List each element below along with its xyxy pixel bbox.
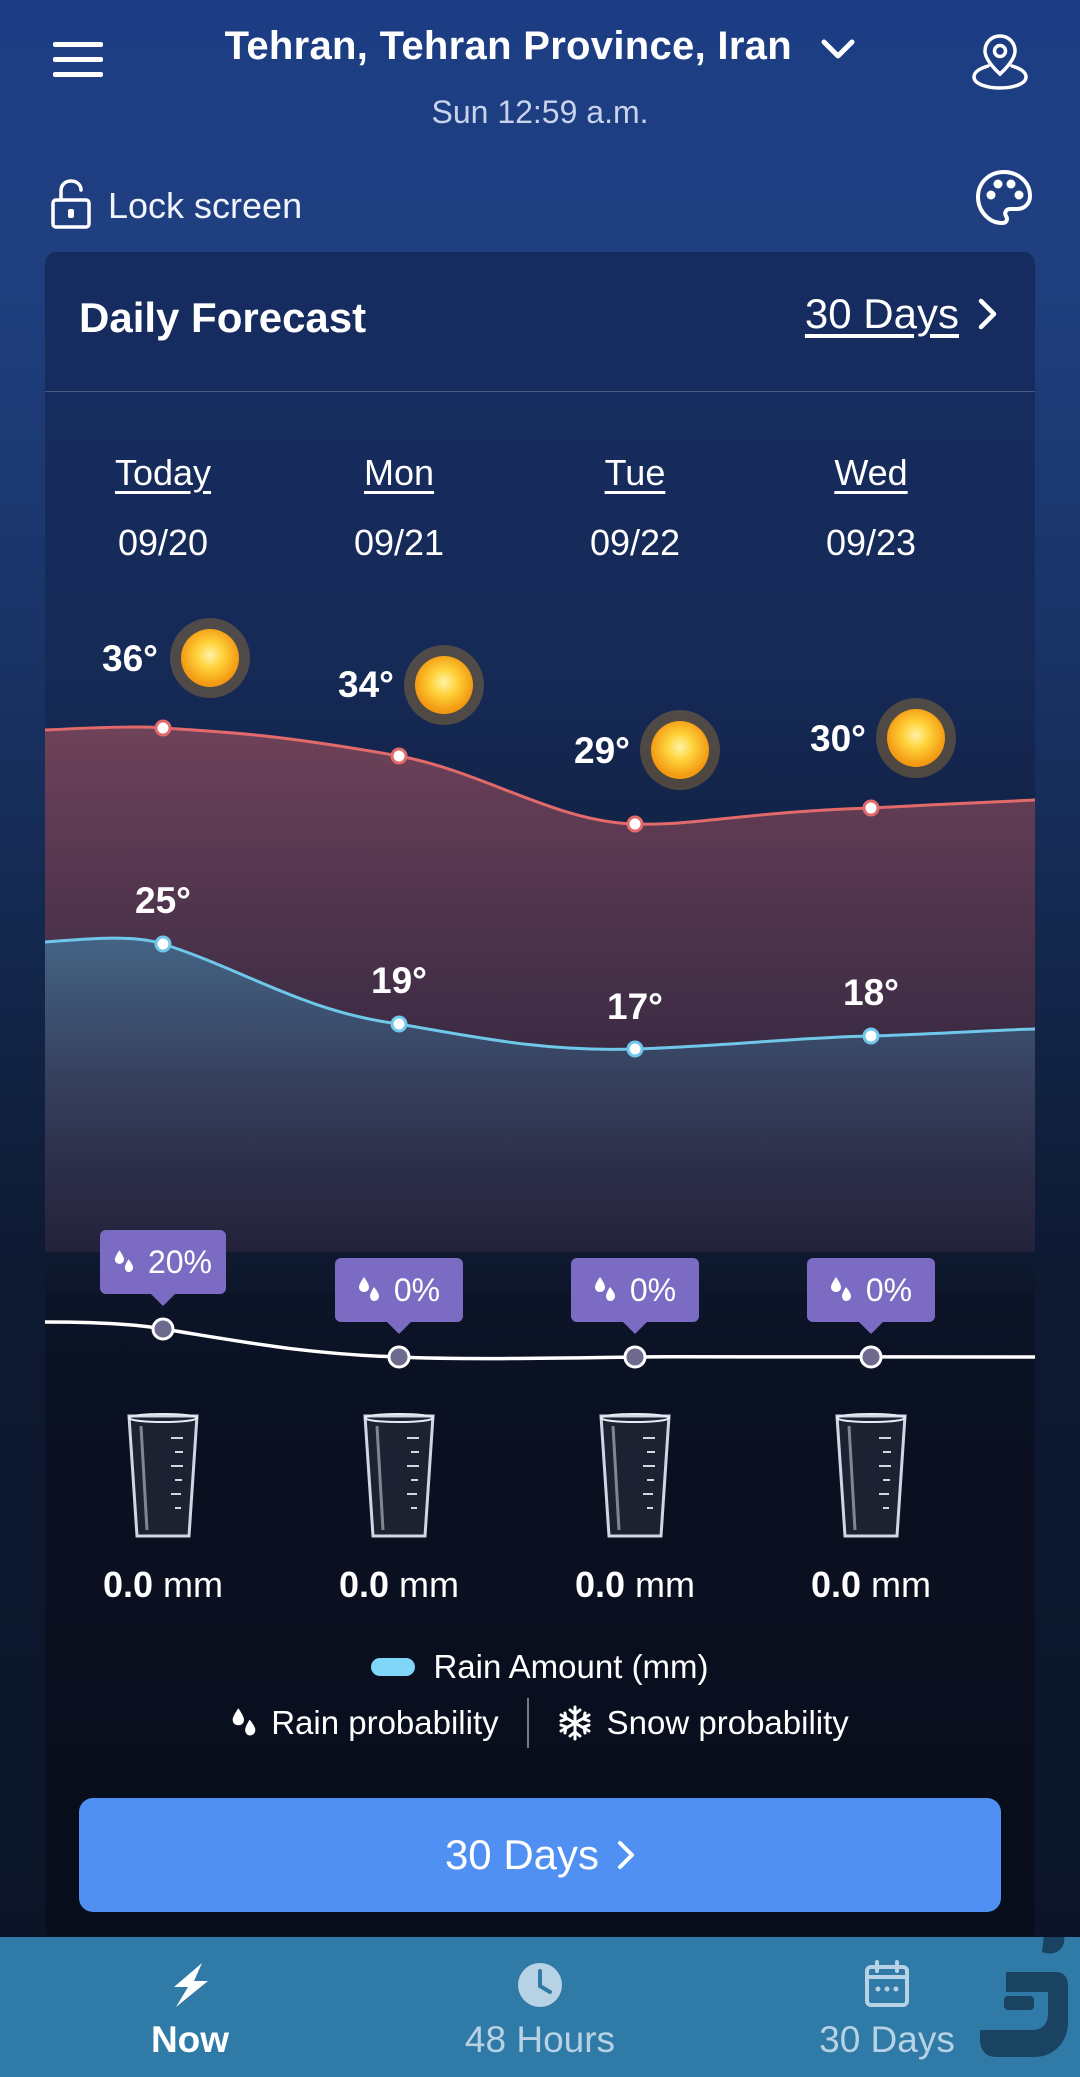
snow-probability-legend-label: Snow probability — [606, 1704, 849, 1741]
lock-screen-toggle[interactable]: Lock screen — [50, 178, 302, 234]
rain-probability-badge: 20% — [100, 1230, 226, 1306]
location-selector[interactable]: Tehran, Tehran Province, Iran — [0, 24, 1080, 71]
measuring-glass-icon — [363, 1413, 435, 1538]
current-datetime: Sun 12:59 a.m. — [431, 94, 649, 130]
nav-now-label: Now — [150, 2019, 230, 2060]
rain-amount-unit: mm — [399, 1564, 460, 1605]
low-temperature-label: 19° — [371, 960, 427, 1001]
measuring-glass-icon — [835, 1413, 907, 1538]
rain-amount: 0.0 mm — [771, 1564, 971, 1606]
rain-probability-badge: 0% — [807, 1258, 935, 1334]
probability-legend: Rain probability Snow probability — [45, 1698, 1035, 1748]
rain-amount: 0.0 mm — [535, 1564, 735, 1606]
raindrops-icon — [232, 1708, 256, 1736]
rain-amount-unit: mm — [635, 1564, 696, 1605]
chevron-right-icon — [618, 1841, 635, 1869]
lightning-icon — [174, 1963, 208, 2007]
measuring-glass-icon — [127, 1413, 199, 1538]
rain-amount-legend-label: Rain Amount (mm) — [433, 1648, 709, 1685]
rain-probability-line — [45, 1320, 1035, 1361]
rain-probability-legend-item: Rain probability — [231, 1704, 499, 1742]
location-name[interactable]: Tehran, Tehran Province, Iran — [225, 24, 792, 68]
top-bar: Tehran, Tehran Province, Iran Sun 12:59 … — [0, 0, 1080, 170]
high-temperature-label: 36° — [102, 638, 158, 679]
raindrops-icon — [114, 1250, 134, 1272]
rain-amount-value: 0.0 — [338, 1564, 390, 1605]
bottom-navigation: Now 48 Hours 30 Days — [0, 1937, 1080, 2077]
unlock-icon — [50, 178, 92, 235]
rain-amount: 0.0 mm — [63, 1564, 263, 1606]
high-temperature-label: 29° — [574, 730, 630, 771]
daily-forecast-card: Daily Forecast 30 Days Today 09/20 Mon 0… — [45, 252, 1035, 1940]
raindrops-icon — [358, 1277, 379, 1301]
rain-amount-value: 0.0 — [810, 1564, 862, 1605]
nav-48-hours-label: 48 Hours — [464, 2019, 616, 2060]
lock-screen-label: Lock screen — [108, 185, 303, 226]
legend-divider — [526, 1698, 529, 1748]
snowflake-icon — [559, 1705, 591, 1741]
snow-probability-legend-item: Snow probability — [557, 1704, 849, 1742]
high-temperature-label: 30° — [810, 718, 866, 759]
rain-probability-legend-label: Rain probability — [271, 1704, 499, 1741]
rain-probability-value: 20% — [147, 1243, 212, 1280]
rain-amount-unit: mm — [871, 1564, 932, 1605]
rain-amount: 0.0 mm — [299, 1564, 499, 1606]
rain-amount-value: 0.0 — [102, 1564, 154, 1605]
high-temperature-label: 34° — [338, 664, 394, 705]
calendar-icon — [865, 1960, 909, 2007]
nav-now[interactable]: Now — [10, 1937, 370, 2077]
palette-icon[interactable] — [974, 168, 1034, 230]
raindrops-icon — [830, 1277, 851, 1301]
rain-amount-legend: Rain Amount (mm) — [45, 1648, 1035, 1686]
nav-48-hours[interactable]: 48 Hours — [360, 1937, 720, 2077]
low-temperature-label: 25° — [135, 880, 191, 921]
rain-probability-value: 0% — [393, 1271, 441, 1308]
thirty-days-button-label[interactable]: 30 Days — [445, 1831, 599, 1879]
rain-amount-value: 0.0 — [574, 1564, 626, 1605]
rain-probability-value: 0% — [629, 1271, 677, 1308]
thirty-days-button[interactable]: 30 Days — [79, 1798, 1001, 1912]
rain-probability-value: 0% — [865, 1271, 913, 1308]
rain-amount-unit: mm — [163, 1564, 224, 1605]
low-temperature-label: 17° — [607, 986, 663, 1027]
raindrops-icon — [594, 1277, 615, 1301]
store-logo-icon — [980, 1917, 1068, 2057]
measuring-glass-icon — [599, 1413, 671, 1538]
chevron-down-icon[interactable] — [821, 26, 855, 71]
rain-probability-badge: 0% — [335, 1258, 463, 1334]
location-pin-icon[interactable] — [970, 30, 1030, 92]
rain-probability-badge: 0% — [571, 1258, 699, 1334]
rain-amount-swatch — [371, 1658, 416, 1676]
low-temperature-label: 18° — [843, 972, 899, 1013]
clock-icon — [518, 1963, 562, 2007]
temperature-chart — [45, 618, 1035, 1369]
